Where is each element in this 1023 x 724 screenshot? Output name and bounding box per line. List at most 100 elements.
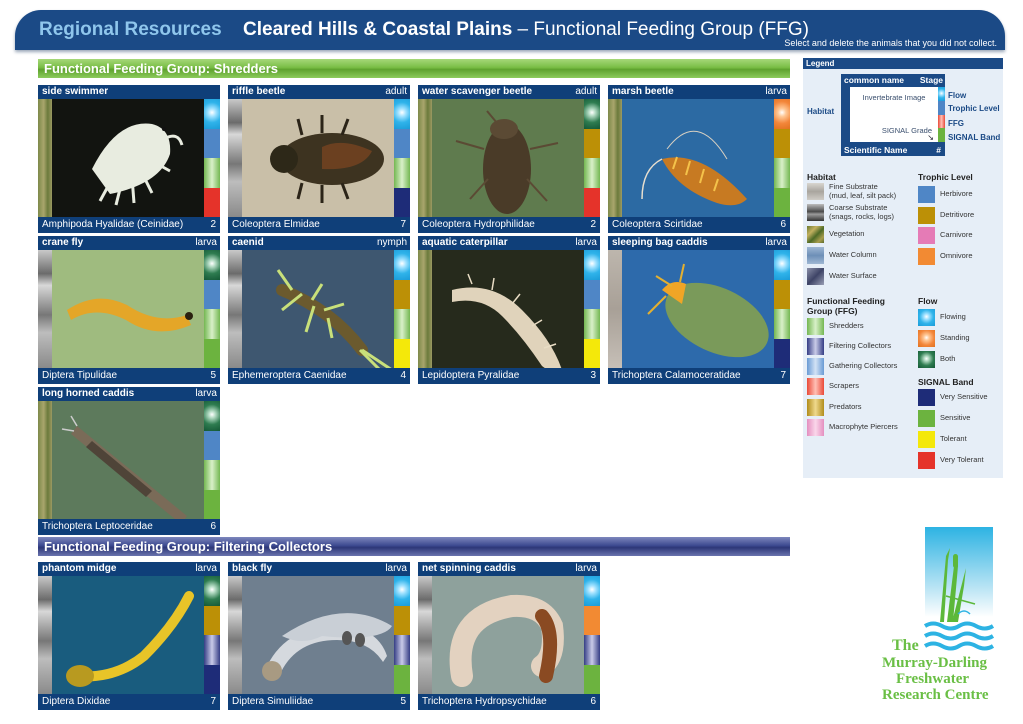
card-footer: Ephemeroptera Caenidae 4 [228,368,410,384]
signal-grade: 6 [590,696,596,707]
specimen-image [432,99,584,217]
card-footer: Coleoptera Hydrophilidae 2 [418,217,600,233]
indicator-bars [584,250,600,368]
signal-grade: 2 [590,219,596,230]
species-card[interactable]: sleeping bag caddis larva Trichoptera Cala… [608,236,790,384]
indicator-bars [204,401,220,519]
ffg-shredders-indicator [774,158,790,188]
scrapers-swatch [807,378,824,395]
signal-grade: 7 [210,696,216,707]
species-card[interactable]: crane fly larva Diptera Tipulidae 5 [38,236,220,384]
legend-habitat-coarse-text: Coarse Substrate (snags, rocks, logs) [829,203,894,221]
card-footer: Coleoptera Elmidae 7 [228,217,410,233]
legend-signal-tolerant-label: Tolerant [940,434,967,443]
habitat-vegetation-strip [38,99,52,217]
specimen-image [242,576,394,694]
signal-sensitive-indicator [394,664,410,694]
shredders-swatch [807,318,824,335]
scientific-name: Trichoptera Hydropsychidae [422,696,547,707]
card-header: caenid nymph [228,236,410,250]
signal-grade: 3 [590,370,596,381]
card-footer: Trichoptera Leptoceridae 6 [38,519,220,535]
pale-caterpillar-icon [452,273,562,368]
species-card[interactable]: black fly larva Diptera Simuliidae 5 [228,562,410,710]
yellow-midge-icon [66,591,194,687]
species-card[interactable]: marsh beetle larva Coleoptera Scirtidae 6 [608,85,790,233]
flow-flowing-indicator [394,99,410,129]
omnivore-swatch [918,248,935,265]
life-stage: larva [765,237,787,248]
leaf-case-icon [647,263,769,358]
indicator-bars [774,250,790,368]
habitat-coarse-strip [228,576,242,694]
specimen-image [52,576,204,694]
legend-habitat-fine-sub: (mud, leaf, silt pack) [829,190,897,200]
legend-panel: Legend Habitat common name Stage Inverte… [803,58,1003,478]
herbivore-swatch [918,186,935,203]
flow-standing-indicator [774,99,790,129]
common-name: net spinning caddis [422,563,516,574]
legend-diagram-habitat-label: Habitat [807,107,835,116]
trophic-herbivore-indicator [394,128,410,158]
habitat-coarse-strip [228,250,242,368]
logo-text-murray-darling: Murray-Darling [882,655,987,671]
header-banner: Regional Resources Cleared Hills & Coast… [15,10,1005,50]
card-footer: Coleoptera Scirtidae 6 [608,217,790,233]
species-card[interactable]: caenid nymph Ephemeroptera Caenidae 4 [228,236,410,384]
flow-both-indicator [204,401,220,431]
life-stage: larva [195,237,217,248]
habitat-vegetation-strip [608,99,622,217]
card-header: riffle beetle adult [228,85,410,99]
trophic-herbivore-indicator [204,279,220,309]
card-header: aquatic caterpillar larva [418,236,600,250]
species-card[interactable]: aquatic caterpillar larva Lepidoptera Pyra… [418,236,600,384]
flow-flowing-indicator [774,250,790,280]
trophic-omnivore-indicator [584,605,600,635]
legend-trophic-herbivore-label: Herbivore [940,189,973,198]
ffg-filtering-indicator [204,635,220,665]
tolerant-swatch [918,431,935,448]
legend-diagram-number: # [936,145,941,155]
brand-title: Regional Resources [39,19,222,40]
flow-flowing-indicator [584,576,600,606]
signal-grade: 5 [400,696,406,707]
trophic-detritivore-indicator [204,605,220,635]
specimen-image [242,99,394,217]
macrophyte-piercers-swatch [807,419,824,436]
yellow-larva-icon [67,298,193,332]
ffg-shredders-indicator [394,309,410,339]
trophic-herbivore-indicator [204,430,220,460]
scientific-name: Coleoptera Scirtidae [612,219,703,230]
indicator-bars [394,576,410,694]
species-card[interactable]: riffle beetle adult Coleoptera Elmidae 7 [228,85,410,233]
ffg-shredders-indicator [584,309,600,339]
ffg-filtering-indicator [584,635,600,665]
very-sensitive-swatch [918,389,935,406]
instruction-text: Select and delete the animals that you d… [784,38,997,48]
card-header: crane fly larva [38,236,220,250]
common-name: long horned caddis [42,388,135,399]
common-name: sleeping bag caddis [612,237,708,248]
species-card[interactable]: long horned caddis larva Trichoptera Lepto… [38,387,220,535]
grey-larva-icon [262,613,392,681]
species-card[interactable]: side swimmer Amphipoda Hyalidae (Ceinidae… [38,85,220,233]
species-card[interactable]: water scavenger beetle adult Coleoptera Hy… [418,85,600,233]
page-title: Cleared Hills & Coastal Plains – Functio… [243,19,809,41]
species-card[interactable]: phantom midge larva Diptera Dixidae 7 [38,562,220,710]
indicator-bars [394,99,410,217]
legend-flow-standing-label: Standing [940,333,970,342]
legend-ffg-gathering-label: Gathering Collectors [829,361,898,370]
card-header: net spinning caddis larva [418,562,600,576]
scientific-name: Ephemeroptera Caenidae [232,370,347,381]
habitat-coarse-strip [38,576,52,694]
group-header-filtering-collectors: Functional Feeding Group: Filtering Coll… [38,537,790,556]
signal-grade: 5 [210,370,216,381]
species-card[interactable]: net spinning caddis larva Trichoptera Hydr… [418,562,600,710]
indicator-bars [584,99,600,217]
legend-diagram-trophic-bar [938,100,945,115]
filtering-collectors-swatch [807,338,824,355]
card-header: long horned caddis larva [38,387,220,401]
life-stage: larva [575,563,597,574]
habitat-fine-strip [608,250,622,368]
legend-diagram-flow-label: Flow [948,91,967,100]
